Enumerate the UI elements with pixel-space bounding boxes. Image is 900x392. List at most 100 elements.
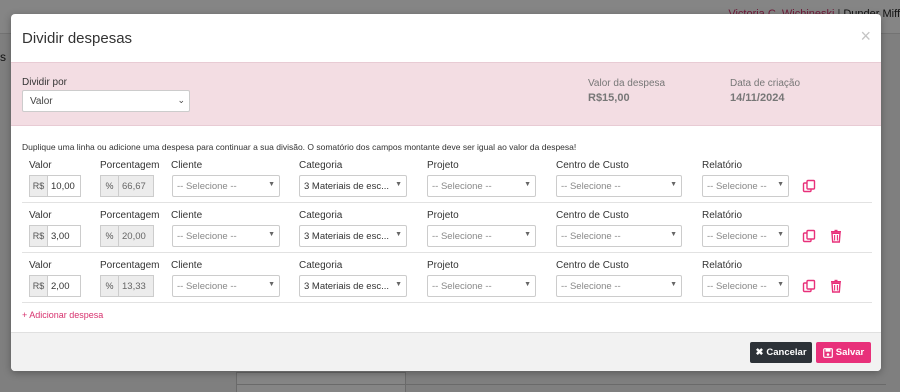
chevron-down-icon: ▼ xyxy=(777,281,784,288)
projeto-select[interactable]: -- Selecione -- ▼ xyxy=(427,175,536,197)
centro-select[interactable]: -- Selecione -- ▼ xyxy=(556,175,682,197)
modal-header: Dividir despesas × xyxy=(11,14,881,62)
valor-input-group: R$ 10,00 xyxy=(29,175,81,197)
valor-label: Valor xyxy=(29,210,52,221)
add-expense-link[interactable]: + Adicionar despesa xyxy=(22,310,103,320)
valor-input-group: R$ 2,00 xyxy=(29,275,81,297)
relatorio-label: Relatório xyxy=(702,260,743,271)
copy-icon[interactable] xyxy=(802,229,816,243)
split-row: Valor Porcentagem Cliente Categoria Proj… xyxy=(22,153,872,203)
save-label: Salvar xyxy=(835,347,865,358)
categoria-select[interactable]: 3 Materiais de esc... ▼ xyxy=(299,275,407,297)
chevron-down-icon: ▼ xyxy=(670,181,677,188)
percent-input: 13,33 xyxy=(118,275,154,297)
cancel-button[interactable]: ✖ Cancelar xyxy=(750,342,812,363)
categoria-select[interactable]: 3 Materiais de esc... ▼ xyxy=(299,175,407,197)
projeto-label: Projeto xyxy=(427,160,459,171)
cliente-label: Cliente xyxy=(171,260,203,271)
split-expense-modal: Dividir despesas × Dividir por Valor ⌄ V… xyxy=(11,14,881,371)
valor-input[interactable]: 3,00 xyxy=(47,225,81,247)
cliente-label: Cliente xyxy=(171,210,203,221)
copy-icon[interactable] xyxy=(802,179,816,193)
cliente-value: -- Selecione -- xyxy=(177,281,237,292)
divide-by-select[interactable]: Valor ⌄ xyxy=(22,90,190,112)
centro-value: -- Selecione -- xyxy=(561,231,621,242)
percent-input: 20,00 xyxy=(118,225,154,247)
porcentagem-label: Porcentagem xyxy=(100,260,160,271)
cliente-select[interactable]: -- Selecione -- ▼ xyxy=(172,225,280,247)
valor-input[interactable]: 10,00 xyxy=(47,175,81,197)
relatorio-select[interactable]: -- Selecione -- ▼ xyxy=(702,225,789,247)
cliente-select[interactable]: -- Selecione -- ▼ xyxy=(172,275,280,297)
chevron-down-icon: ▼ xyxy=(777,231,784,238)
helper-text: Duplique uma linha ou adicione uma despe… xyxy=(22,142,577,152)
cliente-select[interactable]: -- Selecione -- ▼ xyxy=(172,175,280,197)
chevron-down-icon: ▼ xyxy=(395,181,402,188)
projeto-value: -- Selecione -- xyxy=(432,281,492,292)
chevron-down-icon: ⌄ xyxy=(177,95,185,105)
divide-by-label: Dividir por xyxy=(22,77,68,88)
relatorio-select[interactable]: -- Selecione -- ▼ xyxy=(702,275,789,297)
percent-addon: % xyxy=(100,275,118,297)
cliente-value: -- Selecione -- xyxy=(177,231,237,242)
close-icon[interactable]: × xyxy=(860,26,871,47)
split-row: Valor Porcentagem Cliente Categoria Proj… xyxy=(22,253,872,303)
currency-addon: R$ xyxy=(29,175,47,197)
projeto-value: -- Selecione -- xyxy=(432,181,492,192)
valor-label: Valor xyxy=(29,260,52,271)
trash-icon[interactable] xyxy=(829,229,843,243)
cliente-value: -- Selecione -- xyxy=(177,181,237,192)
porcentagem-label: Porcentagem xyxy=(100,210,160,221)
relatorio-label: Relatório xyxy=(702,210,743,221)
relatorio-value: -- Selecione -- xyxy=(707,181,767,192)
trash-icon[interactable] xyxy=(829,279,843,293)
times-icon: ✖ xyxy=(755,347,764,358)
categoria-value: 3 Materiais de esc... xyxy=(304,181,390,192)
percent-addon: % xyxy=(100,175,118,197)
modal-footer: ✖ Cancelar Salvar xyxy=(11,332,881,371)
relatorio-select[interactable]: -- Selecione -- ▼ xyxy=(702,175,789,197)
categoria-select[interactable]: 3 Materiais de esc... ▼ xyxy=(299,225,407,247)
chevron-down-icon: ▼ xyxy=(524,181,531,188)
categoria-value: 3 Materiais de esc... xyxy=(304,281,390,292)
categoria-label: Categoria xyxy=(299,160,343,171)
chevron-down-icon: ▼ xyxy=(670,231,677,238)
projeto-select[interactable]: -- Selecione -- ▼ xyxy=(427,275,536,297)
relatorio-label: Relatório xyxy=(702,160,743,171)
creation-date: 14/11/2024 xyxy=(730,92,785,104)
split-row: Valor Porcentagem Cliente Categoria Proj… xyxy=(22,203,872,253)
categoria-value: 3 Materiais de esc... xyxy=(304,231,390,242)
valor-input-group: R$ 3,00 xyxy=(29,225,81,247)
cancel-label: Cancelar xyxy=(766,347,807,358)
save-button[interactable]: Salvar xyxy=(816,342,871,363)
categoria-label: Categoria xyxy=(299,260,343,271)
floppy-icon xyxy=(822,347,833,358)
valor-input[interactable]: 2,00 xyxy=(47,275,81,297)
centro-value: -- Selecione -- xyxy=(561,281,621,292)
valor-label: Valor xyxy=(29,160,52,171)
chevron-down-icon: ▼ xyxy=(670,281,677,288)
projeto-label: Projeto xyxy=(427,260,459,271)
creation-date-label: Data de criação xyxy=(730,78,801,89)
centro-select[interactable]: -- Selecione -- ▼ xyxy=(556,275,682,297)
chevron-down-icon: ▼ xyxy=(268,181,275,188)
chevron-down-icon: ▼ xyxy=(268,281,275,288)
currency-addon: R$ xyxy=(29,225,47,247)
centro-label: Centro de Custo xyxy=(556,160,629,171)
percent-input-group: % 66,67 xyxy=(100,175,154,197)
categoria-label: Categoria xyxy=(299,210,343,221)
percent-input-group: % 13,33 xyxy=(100,275,154,297)
centro-label: Centro de Custo xyxy=(556,210,629,221)
percent-addon: % xyxy=(100,225,118,247)
modal-title: Dividir despesas xyxy=(22,30,133,47)
percent-input-group: % 20,00 xyxy=(100,225,154,247)
projeto-label: Projeto xyxy=(427,210,459,221)
expense-value: R$15,00 xyxy=(588,92,630,104)
cliente-label: Cliente xyxy=(171,160,203,171)
currency-addon: R$ xyxy=(29,275,47,297)
centro-select[interactable]: -- Selecione -- ▼ xyxy=(556,225,682,247)
copy-icon[interactable] xyxy=(802,279,816,293)
chevron-down-icon: ▼ xyxy=(524,281,531,288)
percent-input: 66,67 xyxy=(118,175,154,197)
projeto-select[interactable]: -- Selecione -- ▼ xyxy=(427,225,536,247)
